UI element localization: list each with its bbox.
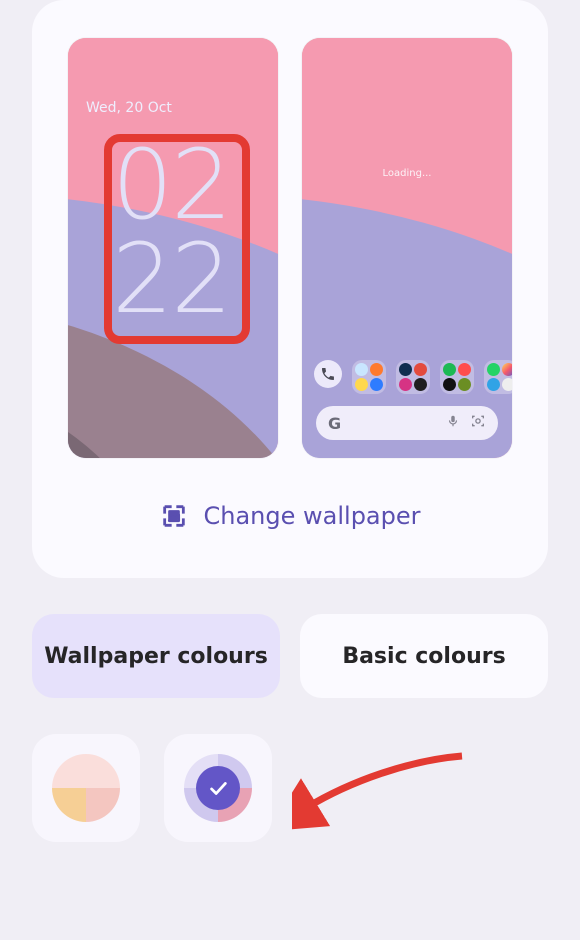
app-folder: [440, 360, 474, 394]
homescreen-loading-text: Loading...: [302, 168, 512, 179]
palette-icon: [52, 754, 120, 822]
tab-basic-colours-label: Basic colours: [342, 644, 505, 669]
colour-source-tabs: Wallpaper colours Basic colours: [32, 614, 548, 698]
preview-row: Wed, 20 Oct 02 22 Loading...: [56, 38, 524, 458]
annotation-arrow: [292, 750, 472, 830]
wallpaper-icon: [160, 502, 188, 530]
app-folder: [484, 360, 512, 394]
lens-icon: [470, 413, 486, 433]
google-g-icon: G: [328, 414, 341, 433]
change-wallpaper-label: Change wallpaper: [204, 502, 421, 530]
lockscreen-preview[interactable]: Wed, 20 Oct 02 22: [68, 38, 278, 458]
colour-swatch-row: [32, 734, 548, 842]
mic-icon: [446, 414, 460, 432]
change-wallpaper-button[interactable]: Change wallpaper: [56, 502, 524, 530]
homescreen-dock: [314, 360, 500, 394]
annotation-highlight-box: [104, 134, 250, 344]
app-folder: [352, 360, 386, 394]
check-icon: [196, 766, 240, 810]
phone-icon: [314, 360, 342, 388]
colour-swatch-violet[interactable]: [164, 734, 272, 842]
tab-wallpaper-colours-label: Wallpaper colours: [44, 644, 268, 669]
tab-basic-colours[interactable]: Basic colours: [300, 614, 548, 698]
app-folder: [396, 360, 430, 394]
tab-wallpaper-colours[interactable]: Wallpaper colours: [32, 614, 280, 698]
search-bar: G: [316, 406, 498, 440]
preview-card: Wed, 20 Oct 02 22 Loading...: [32, 0, 548, 578]
colour-swatch-peach[interactable]: [32, 734, 140, 842]
homescreen-preview[interactable]: Loading...: [302, 38, 512, 458]
lockscreen-date: Wed, 20 Oct: [86, 100, 172, 116]
